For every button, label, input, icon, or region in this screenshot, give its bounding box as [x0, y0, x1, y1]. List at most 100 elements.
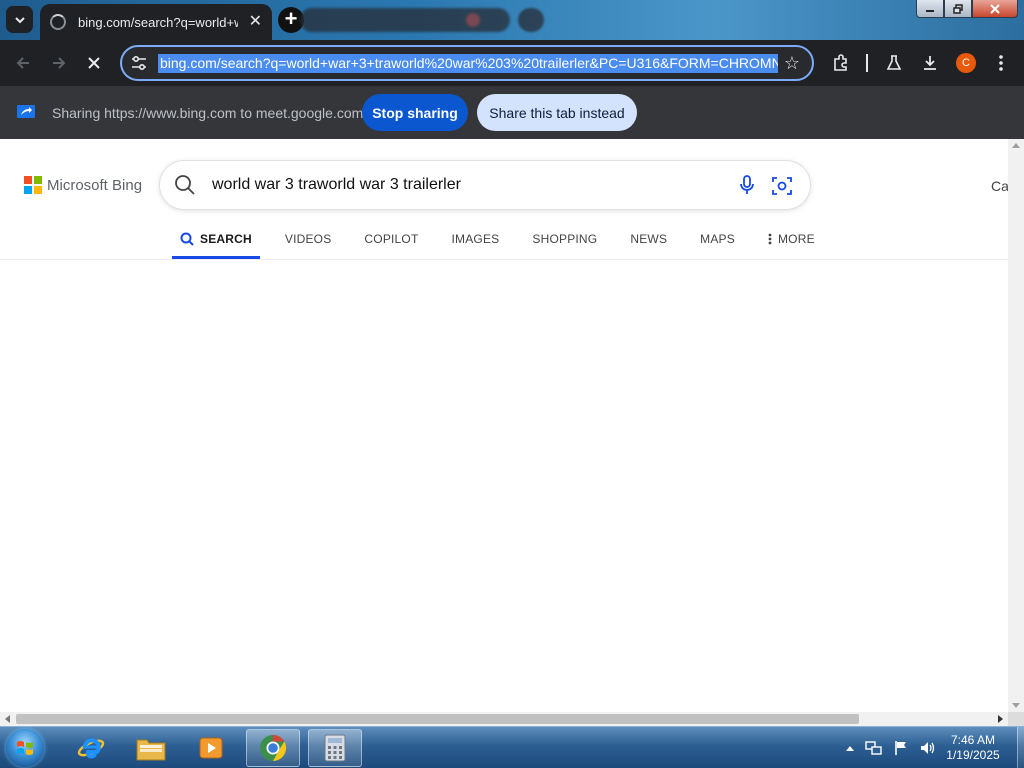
download-icon: [924, 56, 936, 70]
folder-icon: [136, 739, 166, 761]
address-bar[interactable]: bing.com/search?q=world+war+3+traworld%2…: [120, 45, 814, 81]
puzzle-icon: [834, 54, 847, 71]
menu-button[interactable]: [990, 52, 1012, 74]
tab-blurred-button[interactable]: [518, 8, 544, 32]
scrollbar-corner: [1008, 712, 1024, 726]
scroll-right-icon[interactable]: [998, 715, 1003, 723]
screen: bing.com/search?q=world+war ✕ + bing.com…: [0, 0, 1024, 768]
minimize-button[interactable]: [916, 0, 944, 18]
nav-label: NEWS: [630, 232, 668, 246]
close-icon: [88, 57, 100, 69]
taskbar-calculator[interactable]: [308, 729, 362, 767]
nav-shopping[interactable]: SHOPPING: [524, 219, 605, 259]
tab-bing-search[interactable]: bing.com/search?q=world+war ✕: [40, 4, 272, 40]
calculator-icon: [324, 734, 346, 762]
share-this-tab-button[interactable]: Share this tab instead: [477, 94, 637, 131]
nav-images[interactable]: IMAGES: [444, 219, 508, 259]
tab-strip: bing.com/search?q=world+war ✕ +: [0, 0, 1024, 40]
screen-sharing-bar: Sharing https://www.bing.com to meet.goo…: [0, 86, 1024, 139]
taskbar-internet-explorer[interactable]: [64, 729, 118, 767]
downloads-button[interactable]: [919, 52, 941, 74]
kebab-icon: [768, 233, 772, 245]
scroll-thumb[interactable]: [16, 714, 859, 724]
loading-spinner-icon: [50, 14, 66, 30]
nav-more[interactable]: MORE: [760, 219, 823, 259]
nav-label: VIDEOS: [284, 232, 332, 246]
restore-button[interactable]: [944, 0, 972, 18]
header-divider: [0, 259, 1008, 260]
star-icon[interactable]: ☆: [782, 53, 802, 73]
extensions-button[interactable]: [830, 52, 852, 74]
nav-videos[interactable]: VIDEOS: [277, 219, 340, 259]
nav-label: IMAGES: [451, 232, 500, 246]
profile-avatar[interactable]: C: [956, 53, 976, 73]
nav-maps[interactable]: MAPS: [692, 219, 743, 259]
restore-icon: [953, 3, 963, 14]
close-window-button[interactable]: [972, 0, 1018, 18]
screen-share-icon: [17, 105, 35, 118]
tab-search-button[interactable]: [6, 6, 33, 33]
kebab-icon: [999, 55, 1003, 71]
chevron-up-icon: [846, 746, 854, 751]
show-desktop-button[interactable]: [1017, 727, 1024, 768]
nav-label: MORE: [777, 232, 815, 246]
network-icon[interactable]: [865, 740, 883, 756]
forward-button[interactable]: [48, 52, 70, 74]
nav-label: COPILOT: [364, 232, 419, 246]
address-text[interactable]: bing.com/search?q=world+war+3+traworld%2…: [158, 54, 778, 73]
internet-explorer-icon: [77, 738, 105, 759]
scroll-up-icon[interactable]: [1012, 143, 1020, 148]
taskbar-media-player[interactable]: [184, 729, 238, 767]
microsoft-logo-icon: [24, 176, 42, 194]
nav-search[interactable]: SEARCH: [172, 219, 260, 259]
tab-audio-icon: [466, 13, 480, 27]
labs-button[interactable]: [883, 52, 905, 74]
scroll-left-icon[interactable]: [5, 715, 10, 723]
flask-icon: [886, 55, 902, 70]
nav-news[interactable]: NEWS: [622, 219, 675, 259]
chevron-down-icon: [14, 16, 25, 23]
logo-text: Microsoft Bing: [47, 176, 143, 194]
system-tray: [840, 727, 942, 768]
sharing-message: Sharing https://www.bing.com to meet.goo…: [52, 105, 364, 121]
tab-title: bing.com/search?q=world+war: [78, 14, 238, 30]
search-nav: SEARCH VIDEOS COPILOT IMAGES SHOPPING NE…: [172, 219, 840, 259]
search-icon[interactable]: [174, 174, 196, 196]
horizontal-scrollbar[interactable]: [0, 712, 1008, 726]
taskbar-clock[interactable]: 7:46 AM 1/19/2025: [932, 733, 1014, 763]
web-page: Microsoft Bing world war 3 traworld war …: [0, 139, 1008, 712]
search-icon: [180, 232, 194, 246]
stop-sharing-button[interactable]: Stop sharing: [362, 94, 468, 131]
site-settings-icon[interactable]: [130, 54, 148, 72]
close-icon[interactable]: ✕: [249, 14, 262, 30]
header-cut-text[interactable]: Ca: [991, 178, 1008, 194]
show-hidden-icons-button[interactable]: [845, 744, 855, 752]
minimize-icon: [926, 9, 934, 12]
taskbar-file-explorer[interactable]: [124, 729, 178, 767]
action-center-flag-icon[interactable]: [893, 740, 909, 756]
media-player-icon: [199, 737, 223, 759]
nav-label: SHOPPING: [532, 232, 598, 246]
windows-logo-icon: [17, 741, 33, 755]
tab-blurred[interactable]: [300, 8, 510, 32]
vertical-scrollbar[interactable]: [1008, 139, 1024, 712]
scroll-down-icon[interactable]: [1012, 703, 1020, 708]
taskbar-chrome[interactable]: [246, 729, 300, 767]
search-input[interactable]: world war 3 traworld war 3 trailerler: [212, 176, 461, 194]
chrome-icon: [260, 734, 287, 762]
nav-label: MAPS: [700, 232, 735, 246]
start-button[interactable]: [6, 729, 44, 767]
search-box[interactable]: world war 3 traworld war 3 trailerler: [160, 161, 810, 209]
bing-logo[interactable]: Microsoft Bing: [24, 176, 142, 194]
microphone-icon[interactable]: [736, 174, 758, 196]
toolbar-separator: [866, 54, 868, 72]
clock-date: 1/19/2025: [946, 748, 1000, 762]
back-button[interactable]: [12, 52, 34, 74]
stop-loading-button[interactable]: [83, 52, 105, 74]
nav-copilot[interactable]: COPILOT: [356, 219, 426, 259]
clock-time: 7:46 AM: [950, 733, 996, 747]
nav-label: SEARCH: [200, 232, 252, 246]
arrow-left-icon: [16, 57, 29, 69]
windows-taskbar: 7:46 AM 1/19/2025: [0, 726, 1024, 768]
visual-search-icon[interactable]: [770, 174, 794, 198]
